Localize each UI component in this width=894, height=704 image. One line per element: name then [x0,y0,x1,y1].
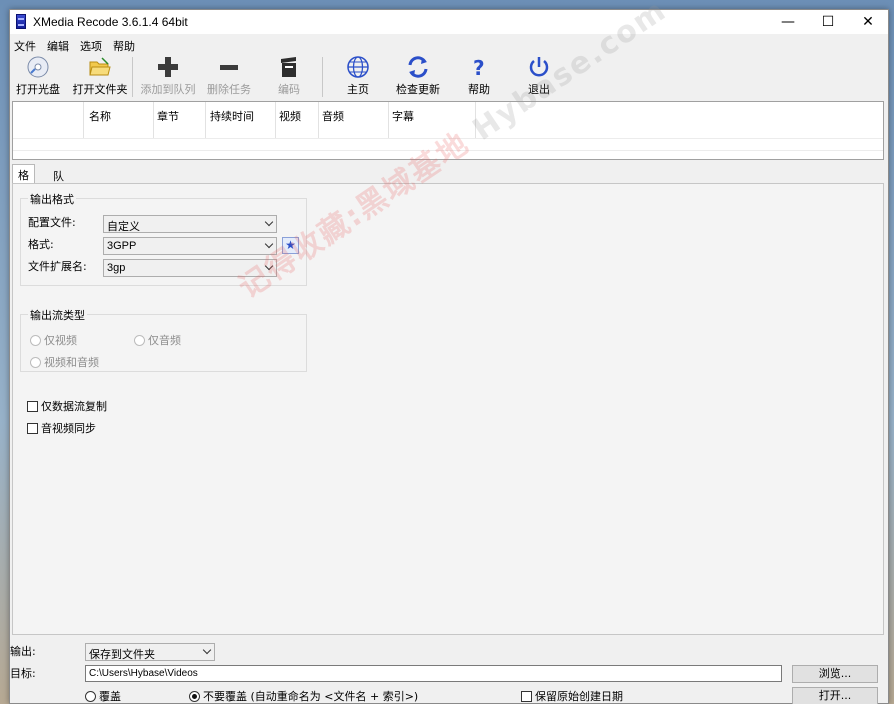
radio-label: 覆盖 [99,690,121,703]
film-icon [16,14,26,29]
overwrite-radio[interactable]: 覆盖 [85,688,121,704]
video-only-radio[interactable]: 仅视频 [30,332,77,348]
question-icon: ? [473,56,485,79]
toolbar-label: 编码 [278,83,300,96]
checkbox-label: 保留原始创建日期 [535,690,623,703]
toolbar-label: 检查更新 [396,83,440,96]
svg-text:?: ? [473,56,485,79]
toolbar-label: 删除任务 [207,83,251,96]
radio-circle [30,356,41,368]
globe-icon [347,56,369,78]
title-bar[interactable]: XMedia Recode 3.6.1.4 64bit — ☐ ✕ [10,10,888,34]
column-header: 章节 [157,110,179,123]
radio-label: 不要覆盖 (自动重命名为 <文件名 + 索引>) [203,690,419,703]
format-panel: 输出格式 配置文件: 自定义 格式: 3GPP ★ 文件扩展名: 3gp 输出流… [12,183,884,635]
column-header: 持续时间 [210,110,254,123]
radio-circle [85,690,96,702]
format-select[interactable]: 3GPP [103,237,277,255]
target-path-input[interactable]: C:\Users\Hybase\Videos [85,665,782,682]
list-header-name[interactable]: 名称 [84,102,154,138]
plus-icon [158,57,178,77]
column-header: 字幕 [392,110,414,123]
radio-label: 仅视频 [44,334,77,347]
list-header-duration[interactable]: 持续时间 [206,102,276,138]
list-header-audio[interactable]: 音频 [319,102,389,138]
folder-open-icon [89,57,111,76]
list-header-blank[interactable] [13,102,84,138]
radio-label: 仅音频 [148,334,181,347]
profile-value: 自定义 [107,221,140,233]
encode-button[interactable]: 编码 [272,55,306,99]
open-folder-button[interactable]: 打开文件夹 [70,55,130,99]
column-header: 音频 [322,110,344,123]
output-bar: 输出: 保存到文件夹 目标: C:\Users\Hybase\Videos 浏览… [10,636,888,704]
format-label: 格式: [28,238,54,251]
toolbar-label: 打开光盘 [16,83,60,96]
no-overwrite-radio[interactable]: 不要覆盖 (自动重命名为 <文件名 + 索引>) [189,688,418,704]
minimize-button[interactable]: — [768,10,808,34]
radio-label: 视频和音频 [44,356,99,369]
output-label: 输出: [10,645,36,658]
toolbar-separator [132,57,133,97]
column-header: 名称 [89,110,111,123]
profile-select[interactable]: 自定义 [103,215,277,233]
refresh-icon [408,56,428,78]
group-title: 输出流类型 [28,307,87,323]
open-button[interactable]: 打开... [792,687,878,704]
toolbar: 打开光盘 打开文件夹 添加到队列 删除任务 编码 主页 检查更新 ? 帮助 退出 [10,53,888,99]
av-sync-checkbox[interactable]: 音视频同步 [27,420,96,436]
chevron-down-icon [202,645,212,655]
minus-icon [220,65,238,70]
close-button[interactable]: ✕ [848,10,888,34]
keep-date-checkbox[interactable]: 保留原始创建日期 [521,688,623,704]
extension-value: 3gp [107,262,126,274]
target-label: 目标: [10,667,36,680]
toolbar-label: 添加到队列 [140,83,196,96]
checkbox-box [27,422,38,434]
profile-label: 配置文件: [28,216,76,229]
menu-help[interactable]: 帮助 [113,38,135,54]
delete-task-button[interactable]: 删除任务 [204,55,254,99]
maximize-button[interactable]: ☐ [808,10,848,34]
toolbar-label: 主页 [347,83,369,96]
app-window: XMedia Recode 3.6.1.4 64bit — ☐ ✕ 文件 编辑 … [9,0,889,704]
check-updates-button[interactable]: 检查更新 [394,55,442,99]
menu-options[interactable]: 选项 [80,38,102,54]
window-title: XMedia Recode 3.6.1.4 64bit [33,15,188,29]
audio-only-radio[interactable]: 仅音频 [134,332,181,348]
home-button[interactable]: 主页 [338,55,378,99]
radio-circle [134,334,145,346]
group-title: 输出格式 [28,191,76,207]
output-stream-group: 输出流类型 仅视频 仅音频 视频和音频 [20,307,307,372]
toolbar-label: 打开文件夹 [72,83,128,96]
browse-button[interactable]: 浏览... [792,665,878,683]
menu-file[interactable]: 文件 [14,38,36,54]
video-and-audio-radio[interactable]: 视频和音频 [30,354,99,370]
checkbox-box [521,690,532,702]
tab-queue[interactable]: 队列 [48,166,69,199]
format-value: 3GPP [107,240,137,252]
data-stream-copy-checkbox[interactable]: 仅数据流复制 [27,398,107,414]
checkbox-label: 仅数据流复制 [41,400,107,413]
checkbox-label: 音视频同步 [41,422,96,435]
target-path-value: C:\Users\Hybase\Videos [89,668,198,679]
column-header: 视频 [279,110,301,123]
list-header-chapter[interactable]: 章节 [154,102,206,138]
toolbar-separator [322,57,323,97]
radio-circle [30,334,41,346]
radio-circle [189,690,200,702]
chevron-down-icon [264,217,274,227]
extension-label: 文件扩展名: [28,260,87,273]
output-select[interactable]: 保存到文件夹 [85,643,215,661]
disc-icon [27,56,49,78]
tab-format[interactable]: 格式 [12,164,35,198]
checkbox-box [27,400,38,412]
menu-bar: 文件 编辑 选项 帮助 [10,35,888,53]
add-to-queue-button[interactable]: 添加到队列 [139,55,197,99]
clapper-icon [281,57,296,77]
menu-edit[interactable]: 编辑 [47,38,69,54]
output-value: 保存到文件夹 [89,649,155,661]
open-disc-button[interactable]: 打开光盘 [14,55,62,99]
list-header-video[interactable]: 视频 [276,102,319,138]
